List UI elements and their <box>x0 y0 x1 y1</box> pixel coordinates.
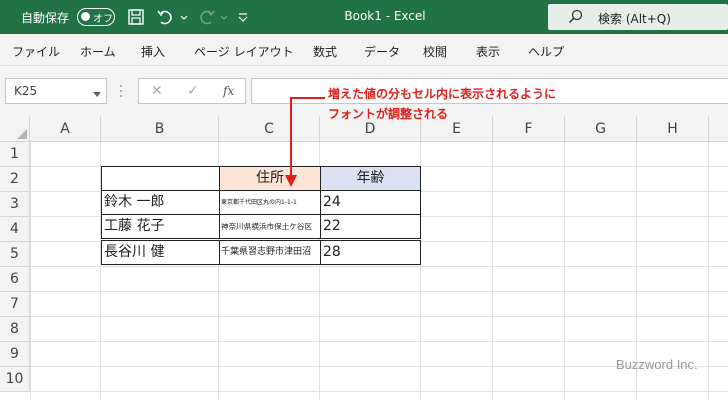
cell-d3-age[interactable]: 24 <box>320 190 421 215</box>
tab-home[interactable]: ホーム <box>80 43 116 60</box>
toggle-knob <box>81 12 90 21</box>
annotation-callout: 増えた値の分もセル内に表示されるように フォントが調整される <box>328 84 556 124</box>
cell-b3-name[interactable]: 鈴木 一郎 <box>101 190 220 215</box>
customize-qat-icon[interactable] <box>236 7 250 27</box>
column-header-b[interactable]: B <box>101 116 219 142</box>
row-header-5[interactable]: 5 <box>0 242 30 267</box>
redo-dropdown-icon[interactable] <box>218 7 230 27</box>
title-bar: 自動保存 オフ Book1 - Excel 検索 (Alt+Q) <box>0 0 728 34</box>
row-header-1[interactable]: 1 <box>0 142 30 167</box>
column-header-next[interactable] <box>709 116 728 142</box>
cell-b4-name[interactable]: 工藤 花子 <box>101 214 220 239</box>
gridline <box>492 142 493 400</box>
undo-icon[interactable] <box>156 7 176 27</box>
formula-controls: ✕ ✓ fx <box>138 78 246 104</box>
cell-b5-name[interactable]: 長谷川 健 <box>101 240 220 265</box>
row-header-3[interactable]: 3 <box>0 192 30 217</box>
tab-help[interactable]: ヘルプ <box>528 43 564 60</box>
autosave-label: 自動保存 <box>21 11 70 25</box>
search-icon <box>568 9 584 28</box>
annotation-line-2: フォントが調整される <box>328 107 449 121</box>
cell-c4-address[interactable]: 神奈川県横浜市保土ケ谷区 <box>219 214 321 239</box>
search-box[interactable]: 検索 (Alt+Q) <box>548 4 728 30</box>
tab-formulas[interactable]: 数式 <box>313 43 337 60</box>
save-icon[interactable] <box>126 7 146 27</box>
tab-view[interactable]: 表示 <box>476 43 500 60</box>
annotation-line-1: 増えた値の分もセル内に表示されるように <box>328 87 557 101</box>
ribbon-tabs: ファイル ホーム 挿入 ページ レイアウト 数式 データ 校閲 表示 ヘルプ <box>0 34 728 66</box>
gridline <box>708 142 709 400</box>
redo-icon[interactable] <box>196 7 216 27</box>
row-header-10[interactable]: 10 <box>0 367 30 392</box>
row-header-6[interactable]: 6 <box>0 267 30 292</box>
cell-d5-age[interactable]: 28 <box>320 240 421 265</box>
autosave-toggle[interactable]: オフ <box>77 8 115 26</box>
gridline <box>564 142 565 400</box>
toggle-state: オフ <box>93 14 113 25</box>
chevron-down-icon[interactable] <box>93 87 101 101</box>
undo-dropdown-icon[interactable] <box>178 7 190 27</box>
row-header-9[interactable]: 9 <box>0 342 30 367</box>
tab-file[interactable]: ファイル <box>12 43 60 60</box>
cell-d2-header[interactable]: 年齢 <box>320 166 421 191</box>
tab-review[interactable]: 校閲 <box>423 43 447 60</box>
cell-c5-address[interactable]: 千葉県習志野市津田沼 <box>219 240 321 265</box>
insert-function-button[interactable]: fx <box>223 84 234 98</box>
cell-d4-age[interactable]: 22 <box>320 214 421 239</box>
watermark: Buzzword Inc. <box>616 357 698 372</box>
column-header-h[interactable]: H <box>637 116 709 142</box>
tab-insert[interactable]: 挿入 <box>141 43 165 60</box>
workbook-title: Book1 - Excel <box>344 9 426 23</box>
row-header-8[interactable]: 8 <box>0 317 30 342</box>
row-header-4[interactable]: 4 <box>0 217 30 242</box>
enter-icon[interactable]: ✓ <box>187 83 199 99</box>
cancel-icon[interactable]: ✕ <box>151 83 163 99</box>
tab-data[interactable]: データ <box>364 43 400 60</box>
annotation-arrow-icon <box>285 97 325 187</box>
row-header-7[interactable]: 7 <box>0 292 30 317</box>
tab-page-layout[interactable]: ページ レイアウト <box>194 43 294 60</box>
resize-handle[interactable] <box>119 84 123 98</box>
cell-b2[interactable] <box>101 166 220 191</box>
search-label: 検索 (Alt+Q) <box>598 12 671 26</box>
column-header-a[interactable]: A <box>30 116 101 142</box>
column-header-g[interactable]: G <box>565 116 637 142</box>
name-box[interactable]: K25 <box>5 78 107 104</box>
name-box-value: K25 <box>14 84 38 98</box>
row-header-2[interactable]: 2 <box>0 167 30 192</box>
select-all-corner[interactable] <box>0 116 30 142</box>
cell-c3-address[interactable]: 東京都千代田区丸の内1-1-1 <box>219 190 321 215</box>
